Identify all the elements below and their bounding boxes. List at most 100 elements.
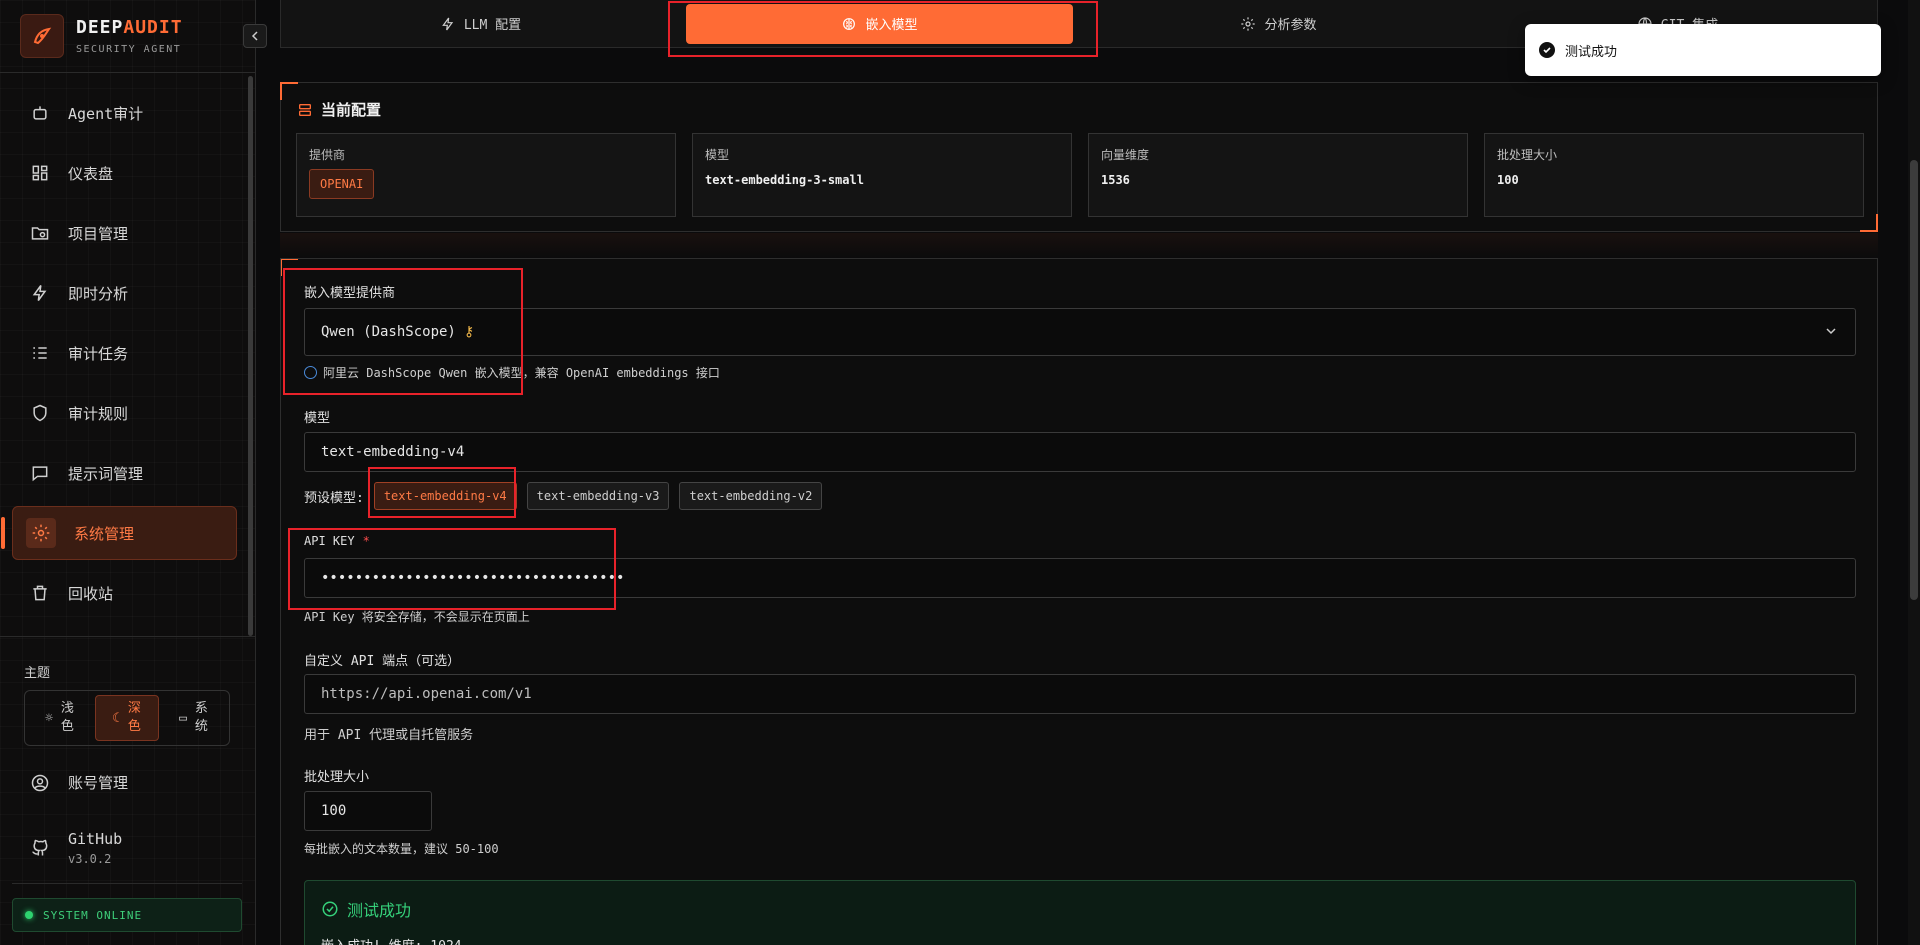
sidebar-item-audit-rules[interactable]: 审计规则 bbox=[12, 386, 237, 440]
logo-icon bbox=[20, 14, 64, 58]
github-link[interactable]: GitHub v3.0.2 bbox=[30, 830, 122, 866]
preset-models: 预设模型: text-embedding-v4 text-embedding-v… bbox=[304, 482, 823, 510]
gear-icon bbox=[1241, 16, 1256, 31]
account-label: 账号管理 bbox=[68, 774, 129, 792]
toast-text: 测试成功 bbox=[1565, 44, 1618, 60]
current-config-card: 当前配置 提供商 OPENAI 模型 text-embedding-3-smal… bbox=[280, 82, 1878, 232]
endpoint-input[interactable]: https://api.openai.com/v1 bbox=[304, 674, 1856, 714]
brand-subtitle: SECURITY AGENT bbox=[76, 44, 182, 55]
api-key-input[interactable]: •••••••••••••••••••••••••••••••••••• bbox=[304, 558, 1856, 598]
divider bbox=[12, 883, 242, 884]
endpoint-help: 用于 API 代理或自托管服务 bbox=[304, 728, 474, 743]
presets-label: 预设模型: bbox=[304, 490, 364, 506]
sidebar-item-prompts[interactable]: 提示词管理 bbox=[12, 446, 237, 500]
trash-icon bbox=[33, 585, 47, 601]
check-circle-icon bbox=[1539, 42, 1555, 58]
system-status-badge: SYSTEM ONLINE bbox=[12, 898, 242, 932]
model-input[interactable]: text-embedding-v4 bbox=[304, 432, 1856, 472]
api-key-help: API Key 将安全存储，不会显示在页面上 bbox=[304, 610, 530, 624]
check-circle-icon bbox=[322, 901, 338, 917]
sidebar-item-audit-tasks[interactable]: 审计任务 bbox=[12, 326, 237, 380]
provider-badge: OPENAI bbox=[309, 169, 375, 199]
sidebar-item-dashboard[interactable]: 仪表盘 bbox=[12, 146, 237, 200]
batch-size-label: 批处理大小 bbox=[304, 770, 370, 785]
tab-llm-config[interactable]: LLM 配置 bbox=[287, 4, 674, 44]
sidebar-item-instant-analysis[interactable]: 即时分析 bbox=[12, 266, 237, 320]
page-scrollbar[interactable] bbox=[1908, 0, 1920, 945]
test-result-panel: 测试成功 嵌入成功! 维度: 1024 bbox=[304, 880, 1856, 945]
embedding-form-card bbox=[280, 258, 1878, 945]
provider-select[interactable]: Qwen (DashScope) ⚷ bbox=[304, 308, 1856, 356]
endpoint-label: 自定义 API 端点（可选） bbox=[304, 654, 461, 669]
user-circle-icon bbox=[31, 774, 49, 791]
sidebar-nav: Agent审计 仪表盘 项目管理 即时分析 审计任务 审计规则 提示词管理 系统… bbox=[1, 86, 237, 626]
shield-icon bbox=[33, 404, 47, 422]
provider-value: Qwen (DashScope) bbox=[321, 324, 456, 340]
github-icon bbox=[32, 839, 48, 856]
sidebar-item-label: 提示词管理 bbox=[68, 464, 144, 483]
brand-title: DEEPAUDIT bbox=[76, 17, 183, 38]
config-model: 模型 text-embedding-3-small bbox=[692, 133, 1072, 217]
preset-chip[interactable]: text-embedding-v4 bbox=[373, 482, 517, 510]
theme-label: 主题 bbox=[24, 666, 51, 681]
task-list-icon bbox=[33, 347, 47, 359]
main-content: LLM 配置 嵌入模型 分析参数 GIT 集成 当前配置 bbox=[258, 0, 1908, 945]
sidebar-item-label: 项目管理 bbox=[68, 224, 129, 243]
preset-chip[interactable]: text-embedding-v2 bbox=[679, 482, 823, 510]
theme-light-button[interactable]: ☼ 浅色 bbox=[29, 695, 91, 741]
github-version: v3.0.2 bbox=[68, 852, 112, 866]
sun-icon: ☼ bbox=[45, 710, 53, 726]
status-text: SYSTEM ONLINE bbox=[43, 908, 143, 922]
toast-notification: 测试成功 bbox=[1525, 24, 1881, 76]
theme-system-button[interactable]: ▭ 系统 bbox=[163, 695, 225, 741]
sidebar-item-label: 即时分析 bbox=[68, 284, 129, 303]
account-settings-link[interactable]: 账号管理 bbox=[30, 772, 128, 793]
robot-icon bbox=[33, 106, 47, 120]
provider-label: 嵌入模型提供商 bbox=[304, 286, 396, 301]
model-label: 模型 bbox=[304, 411, 331, 426]
info-icon bbox=[304, 366, 317, 379]
gear-icon bbox=[26, 518, 56, 548]
config-batch-size: 批处理大小 100 bbox=[1484, 133, 1864, 217]
tab-analysis-params[interactable]: 分析参数 bbox=[1085, 4, 1472, 44]
lightning-icon bbox=[32, 285, 47, 301]
sidebar-item-label: 系统管理 bbox=[74, 524, 135, 543]
theme-dark-button[interactable]: ☾ 深色 bbox=[95, 695, 159, 741]
sidebar-item-recycle-bin[interactable]: 回收站 bbox=[12, 566, 237, 620]
sidebar-item-label: 回收站 bbox=[68, 584, 114, 603]
monitor-icon: ▭ bbox=[179, 710, 187, 726]
theme-switcher: ☼ 浅色 ☾ 深色 ▭ 系统 bbox=[24, 690, 230, 746]
chevron-down-icon bbox=[1826, 328, 1836, 335]
api-key-label: API KEY * bbox=[304, 534, 370, 548]
test-result-title: 测试成功 bbox=[321, 897, 1839, 921]
sidebar-scrollbar[interactable] bbox=[248, 76, 253, 636]
status-dot-icon bbox=[25, 911, 33, 919]
divider bbox=[0, 72, 256, 73]
sidebar-item-label: 审计规则 bbox=[68, 404, 129, 423]
chevron-left-icon bbox=[251, 31, 258, 41]
moon-icon: ☾ bbox=[112, 710, 120, 726]
sidebar-item-system-settings[interactable]: 系统管理 bbox=[1, 506, 237, 560]
sidebar-item-projects[interactable]: 项目管理 bbox=[12, 206, 237, 260]
dashboard-icon bbox=[32, 165, 48, 181]
sidebar-item-label: Agent审计 bbox=[68, 104, 144, 123]
collapse-sidebar-button[interactable] bbox=[243, 24, 267, 48]
provider-help: 阿里云 DashScope Qwen 嵌入模型，兼容 OpenAI embedd… bbox=[304, 364, 720, 381]
tab-embedding-model[interactable]: 嵌入模型 bbox=[686, 3, 1073, 44]
preset-chip[interactable]: text-embedding-v3 bbox=[526, 482, 670, 510]
brand: DEEPAUDIT SECURITY AGENT bbox=[20, 14, 183, 58]
folder-search-icon bbox=[31, 227, 49, 240]
test-result-detail: 嵌入成功! 维度: 1024 bbox=[321, 935, 1839, 945]
message-icon bbox=[32, 466, 48, 482]
server-icon bbox=[299, 103, 311, 116]
sidebar-item-label: 仪表盘 bbox=[68, 164, 114, 183]
divider bbox=[0, 636, 256, 637]
key-icon: ⚷ bbox=[463, 324, 475, 340]
config-provider: 提供商 OPENAI bbox=[296, 133, 676, 217]
batch-size-input[interactable]: 100 bbox=[304, 791, 432, 831]
sidebar: DEEPAUDIT SECURITY AGENT Agent审计 仪表盘 项目管… bbox=[0, 0, 267, 945]
sidebar-item-agent-audit[interactable]: Agent审计 bbox=[12, 86, 237, 140]
github-label: GitHub bbox=[68, 830, 123, 848]
config-summary: 提供商 OPENAI 模型 text-embedding-3-small 向量维… bbox=[296, 133, 1864, 217]
current-config-title: 当前配置 bbox=[297, 99, 381, 120]
